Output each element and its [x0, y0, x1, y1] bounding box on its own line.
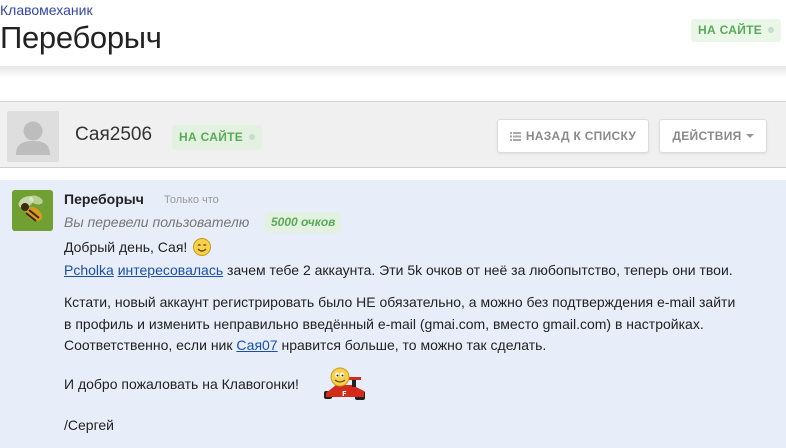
race-car-smiley-icon: F: [324, 367, 365, 400]
user-silhouette-icon: [16, 121, 50, 155]
page-title: Переборыч: [0, 20, 162, 55]
author-avatar[interactable]: [12, 190, 53, 231]
online-dot-icon: [249, 134, 256, 140]
message-line-greeting: Добрый день, Сая!: [64, 238, 212, 256]
smiley-icon: [193, 238, 212, 256]
message-para2-line3: Соответственно, если ник Сая07 нравится …: [64, 337, 546, 353]
message-para2-line1: Кстати, новый аккаунт регистрировать был…: [64, 294, 736, 310]
online-status-label: НА САЙТЕ: [698, 23, 763, 37]
transfer-note: Вы перевели пользователю: [64, 214, 250, 230]
message-welcome: И добро пожаловать на Клавогонки!: [64, 376, 299, 392]
message-signature: /Сергей: [64, 417, 114, 433]
bee-avatar-icon: [12, 190, 53, 231]
user-link-saya07[interactable]: Сая07: [236, 337, 277, 353]
dialog-username[interactable]: Сая2506: [75, 124, 152, 146]
dialog-header: Сая2506 НА САЙТЕ НАЗАД К СПИСКУ ДЕЙСТВИЯ: [0, 101, 786, 168]
actions-label: ДЕЙСТВИЯ: [672, 129, 742, 143]
online-dot-icon: [768, 27, 775, 33]
greeting-text: Добрый день, Сая!: [64, 239, 188, 255]
back-to-list-label: НАЗАД К СПИСКУ: [525, 129, 637, 143]
list-icon: [509, 131, 521, 141]
online-status-badge: НА САЙТЕ: [691, 19, 782, 42]
message-para2-line2: в профиль и изменить неправильно введённ…: [64, 316, 704, 332]
message-item: Переборыч Только что Вы перевели пользов…: [0, 180, 786, 448]
site-link[interactable]: Клавомеханик: [0, 2, 93, 18]
actions-button[interactable]: ДЕЙСТВИЯ: [659, 119, 767, 153]
user-online-label: НА САЙТЕ: [179, 130, 244, 144]
para2-line3-after: нравится больше, то можно так сделать.: [277, 337, 547, 353]
back-to-list-button[interactable]: НАЗАД К СПИСКУ: [497, 119, 649, 153]
interest-link[interactable]: интересовалась: [118, 262, 223, 278]
message-time: Только что: [164, 194, 219, 206]
message-line-2: Pcholka интересовалась зачем тебе 2 акка…: [64, 262, 733, 278]
user-avatar[interactable]: [7, 111, 59, 162]
line2-text: зачем тебе 2 аккаунта. Эти 5k очков от н…: [223, 262, 733, 278]
user-online-badge: НА САЙТЕ: [172, 125, 263, 150]
caret-down-icon: [745, 134, 754, 138]
svg-text:F: F: [342, 390, 347, 398]
para2-line3-before: Соответственно, если ник: [64, 337, 237, 353]
user-link-pcholka[interactable]: Pcholka: [64, 262, 114, 278]
message-author[interactable]: Переборыч: [64, 191, 144, 207]
header-divider: [0, 66, 786, 78]
points-badge: 5000 очков: [265, 212, 342, 233]
